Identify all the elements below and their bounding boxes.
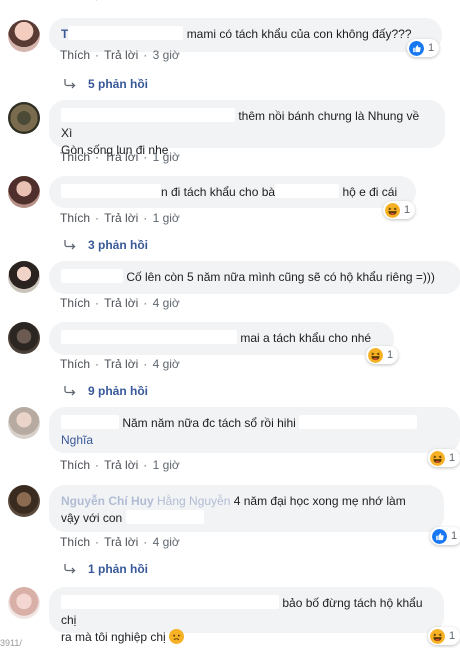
reaction-count[interactable]: 1 (366, 346, 399, 364)
like-link[interactable]: Thích (60, 150, 90, 164)
redacted-name (61, 330, 237, 344)
redacted-name (61, 108, 235, 122)
reaction-count[interactable]: 1 (407, 39, 440, 57)
reply-link[interactable]: Trả lời (104, 150, 138, 164)
view-replies[interactable]: 1 phản hồi (64, 562, 148, 576)
timestamp[interactable]: 3 giờ (153, 48, 180, 62)
redacted-name (61, 269, 123, 283)
like-link[interactable]: Thích (60, 48, 90, 62)
reaction-count[interactable]: 1 (430, 527, 460, 545)
reply-link[interactable]: Trả lời (104, 211, 138, 225)
view-replies[interactable]: 9 phản hồi (64, 384, 148, 398)
comment-text: n đi tách khẩu cho bà (161, 185, 276, 199)
haha-icon (368, 348, 383, 363)
reply-link[interactable]: Trả lời (104, 458, 138, 472)
comment-text: mami có tách khẩu của con không đấy??? (186, 27, 412, 41)
avatar[interactable] (8, 176, 40, 208)
reply-link[interactable]: Trả lời (104, 535, 138, 549)
comment-text: Năm năm nữa đc tách sổ rồi hihi (122, 416, 296, 430)
comment-bubble: n đi tách khẩu cho bà hộ e đi cái (49, 176, 416, 208)
tagged-user[interactable]: Hằng Nguyễn (157, 494, 230, 508)
redacted-tag (299, 415, 418, 429)
comment-text: Cố lên còn 5 năm nữa mình cũng sẽ có hộ … (126, 270, 435, 284)
cropped-replies-top (60, 0, 170, 3)
comment-bubble: bảo bố đừng tách hộ khẩu chị ra mà tôi n… (49, 587, 444, 633)
timestamp[interactable]: 4 giờ (153, 296, 180, 310)
timestamp[interactable]: 4 giờ (153, 535, 180, 549)
reply-arrow-icon (64, 240, 76, 250)
avatar[interactable] (8, 587, 40, 619)
comment-actions: Thích · Trả lời · 1 giờ (60, 211, 180, 225)
comment-bubble: mai a tách khẩu cho nhé (49, 322, 394, 355)
reply-arrow-icon (64, 564, 76, 574)
comment-bubble: thêm nồi bánh chưng là Nhung về Xì Gòn s… (49, 100, 445, 157)
comment-actions: Thích · Trả lời · 4 giờ (60, 296, 180, 310)
comment-actions: Thích · Trả lời · 3 giờ (60, 48, 180, 62)
like-icon (409, 41, 424, 56)
redacted-name (61, 184, 161, 198)
avatar[interactable] (8, 102, 40, 134)
comment-bubble: Cố lên còn 5 năm nữa mình cũng sẽ có hộ … (49, 261, 460, 294)
like-link[interactable]: Thích (60, 535, 90, 549)
cropped-footer-text: 3911/ (0, 638, 22, 648)
avatar[interactable] (8, 20, 40, 52)
view-replies[interactable]: 5 phản hồi (64, 77, 148, 91)
avatar[interactable] (8, 407, 40, 439)
like-icon (432, 529, 447, 544)
comment-text-line1: 4 năm đại học xong mẹ nhớ làm (233, 494, 406, 508)
sad-emoji-icon (169, 629, 184, 644)
reply-link[interactable]: Trả lời (104, 357, 138, 371)
avatar[interactable] (8, 322, 40, 354)
comment-actions: Thích · Trả lời · 4 giờ (60, 535, 180, 549)
reaction-count[interactable]: 1 (428, 449, 460, 467)
comment-bubble: T mami có tách khẩu của con không đấy??? (49, 18, 442, 52)
comment-text: mai a tách khẩu cho nhé (240, 331, 372, 345)
tagged-user[interactable]: Nghĩa (61, 433, 93, 447)
reaction-count[interactable]: 1 (383, 201, 416, 219)
like-link[interactable]: Thích (60, 296, 90, 310)
redacted-name (61, 415, 119, 429)
comment-author[interactable]: T (61, 27, 68, 41)
comment-text-line2: vậy với con (61, 511, 123, 525)
comment-actions: Thích · Trả lời · 1 giờ (60, 150, 180, 164)
reply-link[interactable]: Trả lời (104, 296, 138, 310)
reply-arrow-icon (88, 0, 100, 1)
redacted-tag (275, 184, 340, 198)
haha-icon (430, 629, 445, 644)
reaction-count[interactable]: 1 (428, 627, 460, 645)
timestamp[interactable]: 1 giờ (153, 458, 180, 472)
comment-bubble: Nguyễn Chí Huy Hằng Nguyễn 4 năm đại học… (49, 485, 444, 532)
redacted-tag (125, 510, 204, 524)
comment-bubble: Năm năm nữa đc tách sổ rồi hihi Nghĩa (49, 407, 460, 453)
comment-actions: Thích · Trả lời · 1 giờ (60, 458, 180, 472)
like-link[interactable]: Thích (60, 211, 90, 225)
comment-author[interactable]: Nguyễn Chí Huy (61, 494, 154, 508)
comment-actions: Thích · Trả lời · 4 giờ (60, 357, 180, 371)
timestamp[interactable]: 1 giờ (153, 150, 180, 164)
avatar[interactable] (8, 261, 40, 293)
haha-icon (430, 451, 445, 466)
haha-icon (385, 203, 400, 218)
reply-arrow-icon (64, 79, 76, 89)
view-replies[interactable]: 3 phản hồi (64, 238, 148, 252)
redacted-name (68, 26, 184, 40)
comment-text-line2: ra mà tôi nghiệp chị (61, 630, 166, 644)
redacted-name (61, 595, 279, 609)
like-link[interactable]: Thích (60, 458, 90, 472)
timestamp[interactable]: 4 giờ (153, 357, 180, 371)
reply-arrow-icon (64, 386, 76, 396)
avatar[interactable] (8, 485, 40, 517)
comment-text-end: hộ e đi cái (342, 185, 398, 199)
reply-link[interactable]: Trả lời (104, 48, 138, 62)
timestamp[interactable]: 1 giờ (153, 211, 180, 225)
like-link[interactable]: Thích (60, 357, 90, 371)
